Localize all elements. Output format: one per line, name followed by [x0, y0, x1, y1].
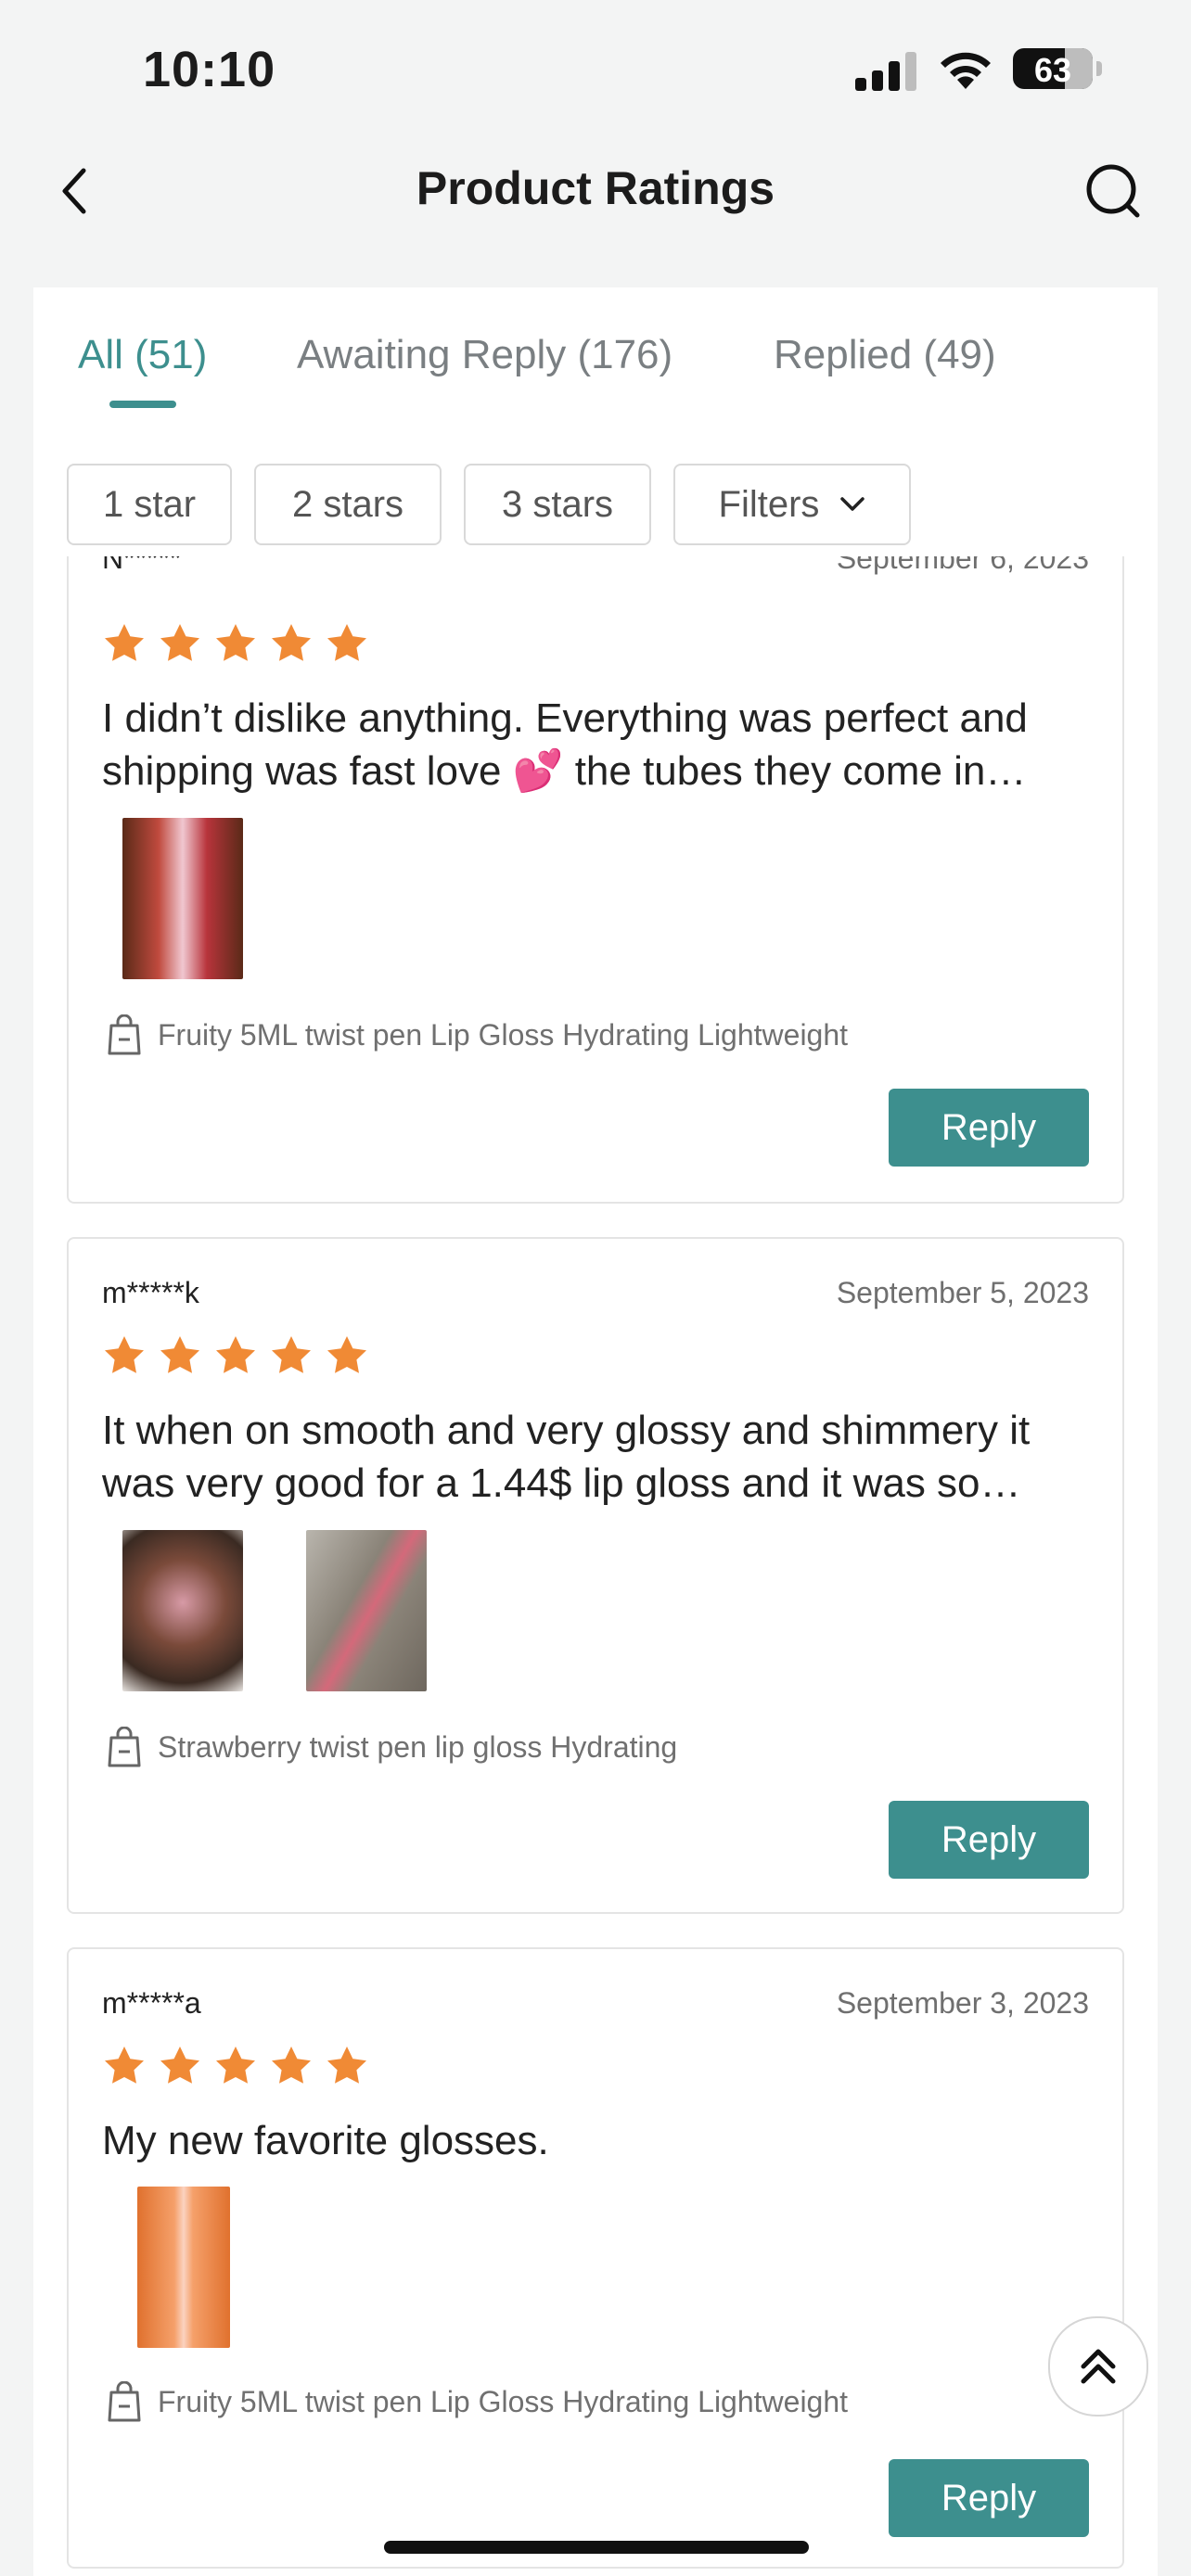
review-images [122, 1530, 427, 1691]
battery-level: 63 [1033, 51, 1072, 89]
star-icon [327, 624, 366, 661]
star-icon [160, 1336, 199, 1373]
tab-all[interactable]: All (51) [78, 332, 207, 378]
review-card: N***** September 6, 2023 I didn’t dislik… [67, 556, 1124, 1204]
tab-awaiting-reply[interactable]: Awaiting Reply (176) [297, 332, 672, 378]
reply-button[interactable]: Reply [889, 1801, 1089, 1879]
reviewer-name: m*****k [102, 1276, 199, 1309]
active-tab-indicator [109, 401, 176, 408]
scroll-to-top-button[interactable] [1048, 2316, 1148, 2417]
status-time: 10:10 [143, 42, 276, 97]
filter-3-stars[interactable]: 3 stars [464, 464, 651, 545]
product-name: Fruity 5ML twist pen Lip Gloss Hydrating… [158, 1017, 849, 1052]
double-chevron-up-icon [1081, 2349, 1116, 2384]
star-icon [216, 624, 255, 661]
status-bar: 10:10 63 [0, 0, 1191, 139]
product-tag: Strawberry twist pen lip gloss Hydrating [106, 1727, 677, 1767]
star-icon [105, 1336, 144, 1373]
shopping-bag-icon [108, 1727, 141, 1767]
reply-button[interactable]: Reply [889, 1089, 1089, 1167]
filters-dropdown[interactable]: Filters [673, 464, 911, 545]
star-rating [102, 2044, 369, 2088]
reviewer-name: m*****a [102, 1986, 201, 2020]
home-indicator[interactable] [384, 2541, 809, 2554]
filter-1-star-label: 1 star [102, 483, 197, 525]
star-icon [105, 624, 144, 661]
review-photo[interactable] [122, 1530, 243, 1691]
shopping-bag-icon [108, 2381, 141, 2422]
filter-2-stars-label: 2 stars [291, 483, 404, 525]
filter-3-stars-label: 3 stars [501, 483, 614, 525]
battery-icon: 63 [1013, 48, 1093, 89]
review-card: m*****a September 3, 2023 My new favorit… [67, 1947, 1124, 2569]
filter-2-stars[interactable]: 2 stars [254, 464, 442, 545]
review-photo[interactable] [122, 818, 243, 979]
review-photo[interactable] [306, 1530, 427, 1691]
reply-button[interactable]: Reply [889, 2459, 1089, 2537]
filters-label: Filters [718, 483, 820, 525]
product-tag: Fruity 5ML twist pen Lip Gloss Hydrating… [106, 2381, 848, 2422]
filter-1-star[interactable]: 1 star [67, 464, 232, 545]
star-icon [272, 1336, 311, 1373]
product-name: Strawberry twist pen lip gloss Hydrating [158, 1729, 678, 1764]
star-icon [216, 2047, 255, 2084]
review-date: September 3, 2023 [836, 1986, 1089, 2020]
wifi-icon [941, 52, 991, 89]
shopping-bag-icon [108, 1014, 141, 1055]
product-name: Fruity 5ML twist pen Lip Gloss Hydrating… [158, 2384, 849, 2418]
review-images [137, 2187, 230, 2348]
star-icon [160, 624, 199, 661]
search-icon[interactable] [1083, 161, 1143, 221]
review-text: My new favorite glosses. [102, 2118, 549, 2163]
cellular-signal-icon [855, 52, 916, 91]
review-date: September 6, 2023 [836, 556, 1089, 575]
review-card: m*****k September 5, 2023 It when on smo… [67, 1237, 1124, 1914]
star-icon [272, 624, 311, 661]
star-icon [216, 1336, 255, 1373]
chevron-down-icon [840, 497, 865, 511]
review-text: It when on smooth and very glossy and sh… [102, 1408, 1031, 1506]
page-title: Product Ratings [416, 162, 775, 214]
star-icon [272, 2047, 311, 2084]
star-icon [105, 2047, 144, 2084]
star-rating [102, 621, 369, 666]
tab-replied[interactable]: Replied (49) [774, 332, 996, 378]
star-icon [160, 2047, 199, 2084]
review-date: September 5, 2023 [836, 1276, 1089, 1309]
product-tag: Fruity 5ML twist pen Lip Gloss Hydrating… [106, 1014, 848, 1055]
star-rating [102, 1333, 369, 1378]
review-text: I didn’t dislike anything. Everything wa… [102, 695, 1028, 794]
review-images [122, 818, 243, 979]
review-photo[interactable] [137, 2187, 230, 2348]
reviewer-name: N***** [102, 556, 182, 575]
star-icon [327, 2047, 366, 2084]
star-icon [327, 1336, 366, 1373]
